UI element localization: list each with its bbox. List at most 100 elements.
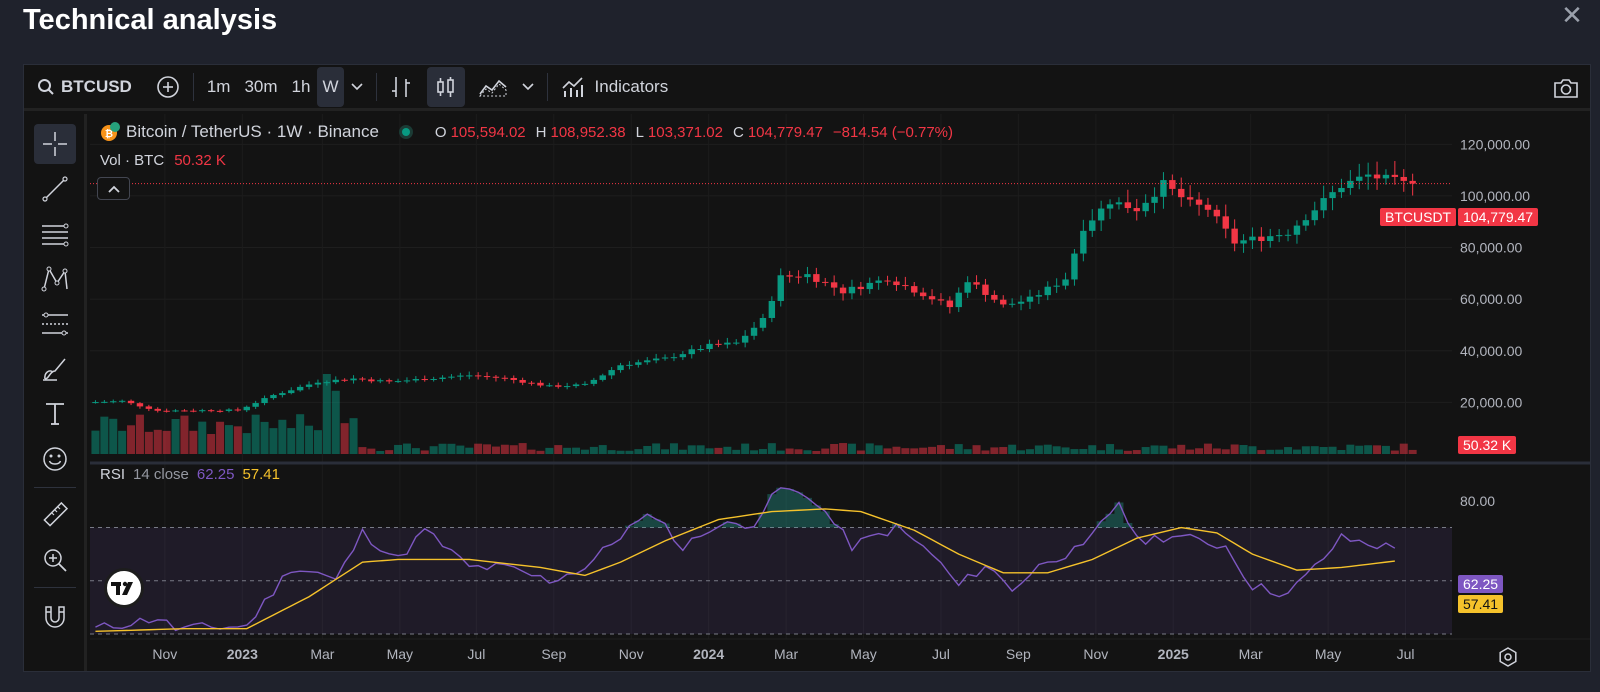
area-style-button[interactable] [471, 67, 515, 107]
market-status-icon[interactable] [398, 125, 413, 139]
interval-1h[interactable]: 1h [285, 67, 318, 107]
volume-bar [1203, 443, 1212, 454]
bars-style-button[interactable] [383, 67, 419, 107]
candle-body [1195, 199, 1203, 205]
indicators-label: Indicators [594, 76, 669, 96]
interval-w[interactable]: W [317, 66, 344, 107]
zoom-tool[interactable] [34, 540, 76, 580]
candle-body [1356, 176, 1363, 181]
chart-toolbar: BTCUSD 1m 30m 1h W Indicators [24, 65, 1590, 111]
candle-body [884, 280, 891, 282]
volume-bar [1150, 445, 1159, 454]
chart-widget: BTCUSD 1m 30m 1h W Indicators 120,000.00… [23, 64, 1591, 672]
measure-tool[interactable] [34, 495, 76, 535]
candles-style-button[interactable] [426, 66, 465, 107]
close-icon[interactable]: ✕ [1558, 2, 1586, 30]
candle-body [181, 410, 188, 412]
volume-legend: Vol · BTC 50.32 K [100, 152, 226, 169]
candle-body [857, 286, 865, 290]
volume-bar [447, 443, 456, 454]
trend-line-tool[interactable] [34, 169, 76, 209]
volume-bar [741, 443, 750, 454]
volume-bar [839, 443, 848, 454]
candle-body [750, 327, 758, 336]
price-chart-svg[interactable]: 120,000.00 100,000.00 80,000.00 60,000.00 40… [90, 114, 1591, 672]
volume-bar [278, 419, 287, 454]
volume-bar [402, 443, 411, 454]
candle-body [528, 382, 535, 384]
candle-body [1053, 285, 1060, 287]
collapse-legend-button[interactable] [97, 177, 130, 200]
candle-body [92, 402, 99, 404]
time-axis-settings-button[interactable] [1496, 645, 1520, 669]
toolbar-divider [546, 72, 548, 101]
prediction-tool[interactable] [34, 304, 76, 344]
candle-body [118, 400, 126, 402]
volume-bar [972, 445, 981, 454]
candle-body [1169, 180, 1176, 189]
candle-body [1284, 234, 1292, 236]
candle-body [359, 378, 366, 380]
candle-body [777, 275, 784, 301]
time-tick-label: 2024 [693, 646, 724, 662]
pattern-tool[interactable] [34, 259, 76, 299]
text-tool[interactable] [34, 394, 76, 434]
volume-label: Vol · BTC [100, 152, 165, 169]
chart-style-dropdown[interactable] [515, 67, 541, 107]
candle-body [964, 282, 971, 293]
price-tick-label: 20,000.00 [1460, 394, 1522, 410]
volume-bar [322, 374, 331, 454]
emoji-tool[interactable] [34, 439, 76, 479]
candle-body [537, 382, 544, 386]
time-tick-label: Nov [619, 646, 644, 662]
candle-body [661, 357, 669, 359]
volume-bar [1275, 449, 1284, 454]
compare-symbol-button[interactable] [149, 67, 187, 107]
interval-1m[interactable]: 1m [200, 67, 238, 107]
volume-bar [643, 445, 652, 454]
low-label: L [635, 123, 644, 141]
crosshair-tool[interactable] [34, 124, 76, 164]
candle-body [288, 390, 295, 394]
high-value: 108,952.38 [550, 123, 626, 141]
volume-bar [687, 445, 696, 454]
chart-area[interactable]: 120,000.00 100,000.00 80,000.00 60,000.00 40… [90, 114, 1591, 672]
volume-bar [527, 449, 536, 454]
text-icon [46, 403, 64, 425]
volume-bar [1381, 445, 1390, 454]
candle-body [270, 395, 277, 399]
fib-tool[interactable] [34, 214, 76, 254]
candle-body [688, 349, 695, 355]
volume-bar [1212, 448, 1221, 454]
volume-bar [554, 445, 563, 454]
volume-value: 50.32 K [174, 152, 226, 169]
interval-dropdown[interactable] [344, 67, 370, 107]
close-label: C [733, 123, 744, 141]
volume-bar [767, 443, 776, 454]
volume-bar [118, 430, 127, 454]
candle-body [581, 383, 589, 385]
volume-bar [1248, 446, 1257, 454]
price-tick-label: 80,000.00 [1460, 240, 1522, 256]
brush-tool[interactable] [34, 349, 76, 389]
volume-bar [732, 449, 741, 454]
open-label: O [434, 123, 447, 141]
volume-bar [776, 450, 785, 454]
snapshot-button[interactable] [1546, 68, 1586, 108]
tradingview-logo[interactable] [104, 568, 144, 608]
symbol-price-tag: BTCUSDT [1380, 208, 1457, 226]
candle-body [474, 375, 482, 377]
volume-bar [1132, 450, 1141, 454]
candle-body [207, 410, 215, 412]
candle-body [928, 296, 936, 300]
interval-30m[interactable]: 30m [237, 67, 284, 107]
indicators-button[interactable]: Indicators [554, 67, 676, 107]
magnet-tool[interactable] [34, 597, 76, 637]
volume-bar [349, 418, 358, 454]
price-tick-label: 120,000.00 [1460, 136, 1530, 152]
volume-bar [616, 450, 625, 454]
volume-bar [1364, 445, 1373, 454]
symbol-search-button[interactable]: BTCUSD [30, 67, 139, 107]
candle-body [991, 294, 998, 300]
volume-bar [563, 447, 572, 454]
